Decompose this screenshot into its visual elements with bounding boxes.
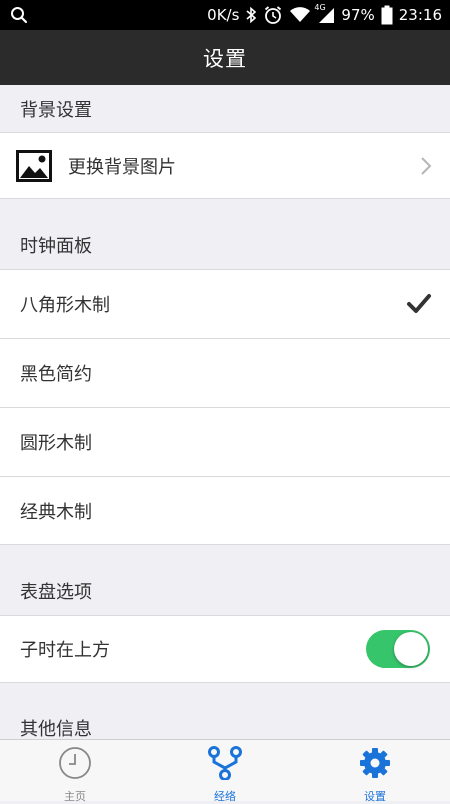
tab-settings-label: 设置 [364, 790, 386, 803]
section-header-clock-panel: 时钟面板 [0, 220, 450, 269]
cell-signal-icon: 4G [314, 3, 335, 24]
clock-option-black-simple[interactable]: 黑色简约 [0, 338, 450, 407]
zi-hour-top-row: 子时在上方 [0, 615, 450, 683]
bluetooth-icon [245, 6, 257, 24]
net-speed: 0K/s [207, 6, 240, 24]
clock-option-classic-wood[interactable]: 经典木制 [0, 476, 450, 545]
clock-option-label: 圆形木制 [20, 433, 92, 454]
tab-home[interactable]: 主页 [0, 740, 150, 803]
zi-hour-top-toggle[interactable] [366, 630, 430, 668]
checkmark-icon [406, 293, 432, 315]
tab-home-label: 主页 [64, 790, 86, 803]
clock-option-label: 八角形木制 [20, 295, 110, 316]
status-bar: 0K/s 4G 97% 23:16 [0, 0, 450, 30]
section-title: 背景设置 [20, 99, 92, 121]
picture-icon [16, 149, 52, 182]
tab-meridian[interactable]: 经络 [150, 740, 300, 803]
section-title: 时钟面板 [20, 235, 92, 257]
clock-option-label: 黑色简约 [20, 364, 92, 385]
gear-icon [358, 746, 392, 784]
branch-icon [208, 746, 242, 784]
clock-icon [58, 746, 92, 784]
section-header-dial: 表盘选项 [0, 566, 450, 615]
tab-settings[interactable]: 设置 [300, 740, 450, 803]
clock-time: 23:16 [398, 6, 442, 24]
wifi-icon [289, 6, 311, 24]
toggle-knob [394, 632, 428, 666]
section-title: 其他信息 [20, 719, 92, 740]
battery-icon [381, 5, 393, 25]
change-background-label: 更换背景图片 [68, 156, 176, 178]
battery-percent: 97% [341, 6, 375, 24]
nav-bar: 设置 [0, 30, 450, 85]
signal-type-badge: 4G [314, 3, 326, 12]
zi-hour-top-label: 子时在上方 [20, 640, 110, 661]
tab-meridian-label: 经络 [214, 790, 236, 803]
tab-bar: 主页 经络 设置 [0, 739, 450, 803]
clock-option-label: 经典木制 [20, 501, 92, 523]
clock-option-round-wood[interactable]: 圆形木制 [0, 407, 450, 476]
section-title: 表盘选项 [20, 581, 92, 603]
search-icon[interactable] [10, 6, 28, 24]
chevron-right-icon [420, 156, 432, 176]
change-background-row[interactable]: 更换背景图片 [0, 132, 450, 199]
section-header-background: 背景设置 [0, 85, 450, 132]
page-title: 设置 [203, 46, 247, 71]
clock-option-octagonal-wood[interactable]: 八角形木制 [0, 269, 450, 338]
alarm-clock-icon [263, 5, 283, 25]
